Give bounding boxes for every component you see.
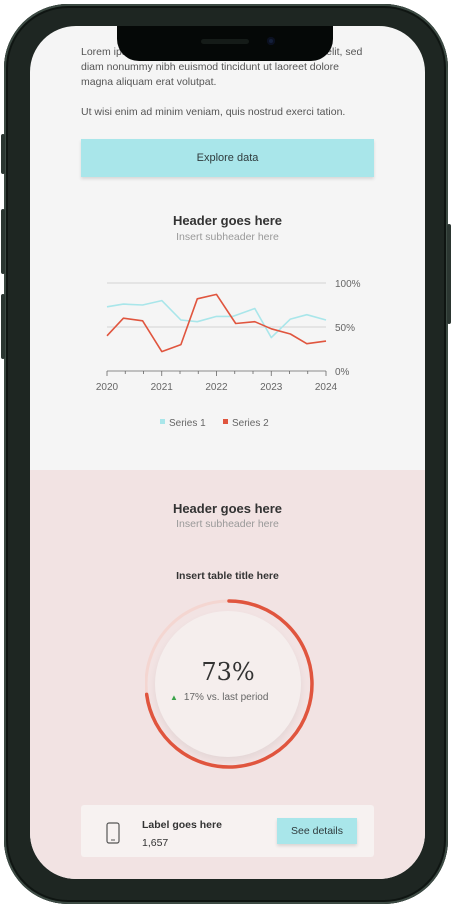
x-tick-label: 2023 — [260, 382, 283, 393]
chart-header: Header goes here — [172, 213, 283, 228]
volume-up-button — [1, 134, 5, 174]
explore-data-button[interactable]: Explore data — [81, 139, 374, 177]
legend-swatch-2 — [223, 419, 228, 424]
x-tick-label: 2024 — [315, 382, 338, 393]
intro-text-2: Ut wisi enim ad minim veniam, quis nostr… — [81, 106, 346, 118]
legend-label-2: Series 2 — [232, 418, 269, 429]
card-label: Label goes here — [142, 819, 222, 831]
card-value: 1,657 — [142, 837, 169, 849]
series-1-line — [106, 299, 327, 339]
table-title: Insert table title here — [176, 570, 279, 582]
intro-line-2: diam nonummy nibh euismod tincidunt ut l… — [81, 61, 339, 73]
speaker-grille — [201, 39, 249, 44]
gauge-subheader: Insert subheader here — [176, 518, 279, 530]
x-tick-label: 2022 — [205, 382, 228, 393]
power-button — [447, 224, 451, 324]
delta-text: 17% vs. last period — [183, 692, 269, 703]
delta-row: ▲ 17% vs. last period — [170, 692, 268, 703]
front-camera-icon — [267, 37, 275, 45]
intro-line-3: magna aliquam erat volutpat. — [81, 76, 217, 88]
trend-up-icon: ▲ — [170, 693, 178, 702]
x-tick-label: 2021 — [151, 382, 174, 393]
volume-down-button — [1, 209, 5, 274]
y-tick-label: 0% — [335, 367, 350, 378]
legend-label-1: Series 1 — [169, 418, 206, 429]
camera-notch — [117, 26, 333, 61]
y-tick-label: 100% — [335, 279, 361, 290]
y-tick-label: 50% — [335, 323, 355, 334]
see-details-button[interactable]: See details — [277, 818, 357, 844]
series-2-line — [106, 293, 327, 353]
gauge-header: Header goes here — [172, 501, 283, 516]
gauge-value: 73% — [201, 658, 255, 686]
silent-switch — [1, 294, 5, 359]
chart-subheader: Insert subheader here — [176, 231, 279, 243]
smartphone-icon — [106, 822, 120, 844]
line-chart: 100% 50% 0% 2020 2021 2022 2023 2024 Series 1 Se… — [96, 279, 361, 429]
legend-swatch-1 — [160, 419, 165, 424]
x-tick-label: 2020 — [96, 382, 119, 393]
phone-screen: Lorem ipsum dolor sit amet, consectetuer… — [30, 26, 425, 879]
